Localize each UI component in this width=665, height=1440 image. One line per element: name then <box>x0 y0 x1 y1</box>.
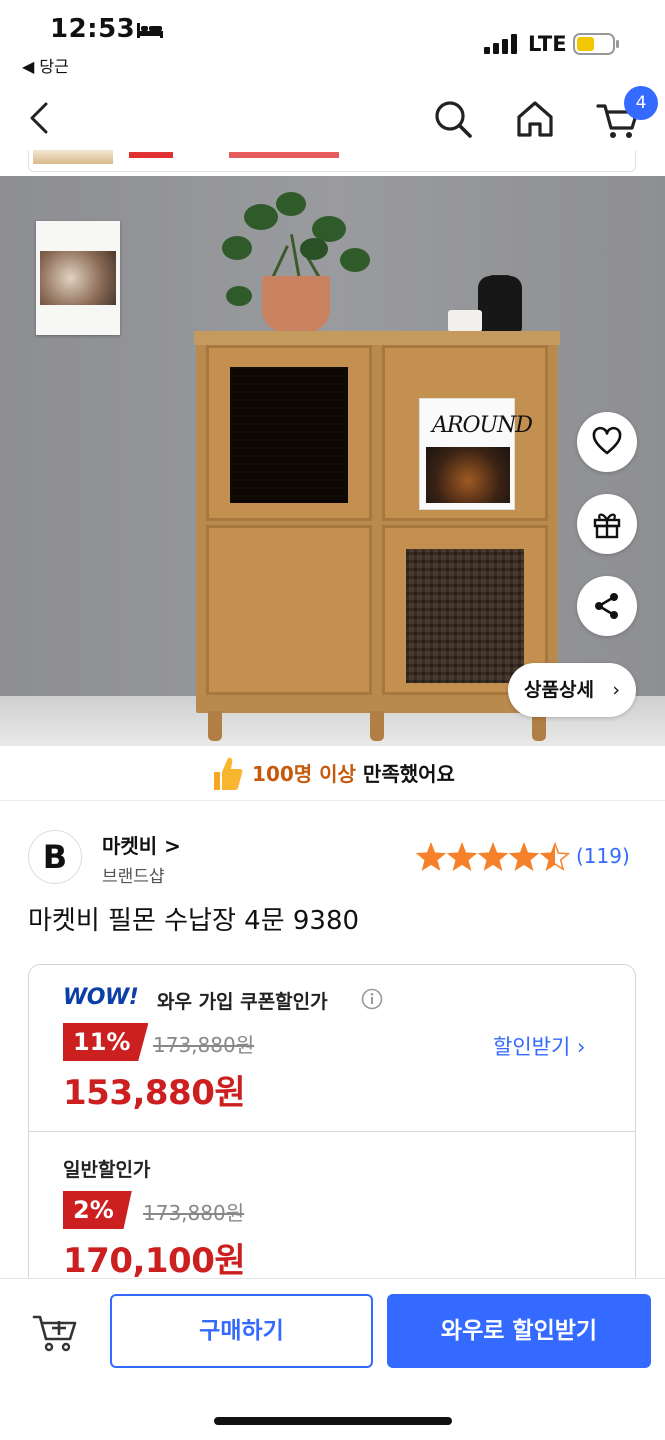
star-icon <box>508 842 540 871</box>
previous-item-peek <box>28 150 636 172</box>
rating-stars[interactable] <box>416 842 572 874</box>
battery-icon <box>573 33 619 55</box>
wow-original-price: 173,880원 <box>153 1033 255 1057</box>
search-icon[interactable] <box>432 98 474 140</box>
add-cart-icon[interactable] <box>32 1307 80 1355</box>
normal-price-label: 일반할인가 <box>63 1159 151 1181</box>
network-type: LTE <box>528 32 567 56</box>
signal-icon <box>484 34 517 54</box>
get-coupon-link[interactable]: 할인받기 › <box>493 1031 585 1061</box>
wishlist-button[interactable] <box>577 412 637 472</box>
book-prop: AROUND <box>419 398 533 510</box>
info-icon[interactable] <box>361 988 383 1010</box>
satisfaction-count: 100명 이상 <box>252 762 356 786</box>
bottom-action-bar: 구매하기 와우로 할인받기 <box>0 1278 665 1440</box>
normal-original-price: 173,880원 <box>143 1201 245 1225</box>
review-count-link[interactable]: (119) <box>576 844 630 868</box>
product-title: 마켓비 필몬 수납장 4문 9380 <box>28 906 360 936</box>
brand-name-link[interactable]: 마켓비 > <box>102 830 181 859</box>
home-icon[interactable] <box>514 98 556 140</box>
book-title: AROUND <box>432 413 533 438</box>
product-detail-button[interactable]: 상품상세 › <box>508 663 636 717</box>
product-detail-label: 상품상세 <box>524 679 594 701</box>
star-icon <box>416 842 447 871</box>
price-card: WOW! 와우 가입 쿠폰할인가 11% 173,880원 153,880원 할… <box>28 964 636 1304</box>
wow-price-label: 와우 가입 쿠폰할인가 <box>157 991 328 1013</box>
brand-shop-label: 브랜드샵 <box>102 867 165 887</box>
share-button[interactable] <box>577 576 637 636</box>
wow-sale-price: 153,880원 <box>63 1073 246 1113</box>
brand-logo[interactable]: B <box>28 830 82 884</box>
thumbs-up-icon <box>214 757 243 790</box>
back-icon[interactable] <box>24 100 56 136</box>
gift-button[interactable] <box>577 494 637 554</box>
star-icon <box>539 842 571 871</box>
bed-icon <box>137 23 163 38</box>
back-to-app-link[interactable]: ◀ 당근 <box>22 53 69 77</box>
normal-discount-badge: 2% <box>63 1191 132 1229</box>
cart-count-badge: 4 <box>624 86 658 120</box>
normal-sale-price: 170,100원 <box>63 1241 246 1281</box>
clock: 12:53 <box>50 14 136 44</box>
chevron-right-icon: › <box>612 679 620 701</box>
satisfaction-text: 만족했어요 <box>355 762 455 786</box>
top-navigation <box>0 86 665 154</box>
wow-discount-badge: 11% <box>63 1023 149 1061</box>
star-icon <box>446 842 478 871</box>
home-indicator <box>214 1417 452 1425</box>
wow-discount-button[interactable]: 와우로 할인받기 <box>387 1294 651 1368</box>
star-icon <box>477 842 509 871</box>
product-image[interactable]: AROUND <box>0 176 665 746</box>
wow-logo: WOW! <box>63 985 139 1010</box>
buy-button[interactable]: 구매하기 <box>110 1294 373 1368</box>
gift-icon <box>593 513 621 539</box>
share-icon <box>595 593 618 619</box>
status-bar: 12:53 ◀ 당근 LTE <box>0 0 665 80</box>
heart-icon <box>592 426 622 455</box>
satisfaction-banner: 100명 이상 만족했어요 <box>0 748 665 800</box>
